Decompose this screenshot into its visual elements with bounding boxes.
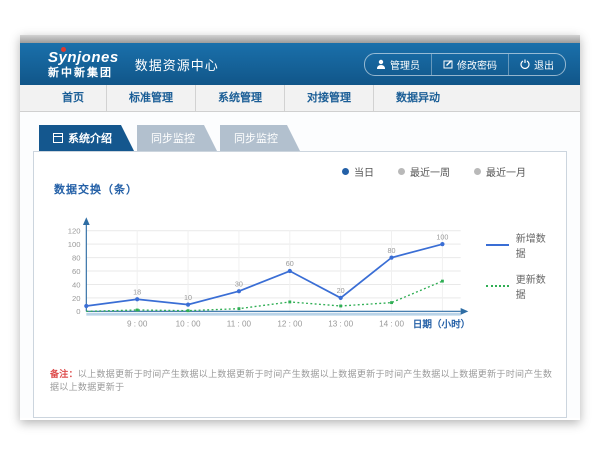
logout-label: 退出 — [534, 57, 554, 72]
svg-text:30: 30 — [235, 279, 243, 288]
nav-item-home[interactable]: 首页 — [40, 85, 106, 111]
filter-today[interactable]: 当日 — [342, 164, 374, 179]
logo-text-cn: 新中新集团 — [48, 68, 119, 79]
dotted-line-icon — [486, 285, 509, 287]
svg-text:20: 20 — [72, 294, 81, 303]
change-password-label: 修改密码 — [457, 57, 497, 72]
svg-text:10 : 00: 10 : 00 — [176, 320, 201, 329]
svg-text:14 : 00: 14 : 00 — [379, 320, 404, 329]
app-header: Synjones 新中新集团 数据资源中心 管理员 修改密码 退出 — [20, 43, 580, 85]
admin-user-label: 管理员 — [390, 57, 420, 72]
admin-user-button[interactable]: 管理员 — [365, 54, 431, 75]
filter-last-month-label: 最近一月 — [486, 164, 526, 179]
nav-item-interface-mgmt[interactable]: 对接管理 — [284, 85, 373, 111]
change-password-button[interactable]: 修改密码 — [431, 54, 508, 75]
svg-text:0: 0 — [76, 307, 80, 316]
svg-text:18: 18 — [133, 287, 141, 296]
logo-text-en: Synjones — [48, 50, 119, 65]
footnote: 备注：以上数据更新于时间产生数据以上数据更新于时间产生数据以上数据更新于时间产生… — [50, 367, 554, 393]
filter-last-week-label: 最近一周 — [410, 164, 450, 179]
user-menu: 管理员 修改密码 退出 — [364, 53, 566, 76]
svg-text:11 : 00: 11 : 00 — [227, 320, 252, 329]
grid-icon — [53, 133, 63, 143]
svg-text:9 : 00: 9 : 00 — [127, 320, 148, 329]
filter-last-week[interactable]: 最近一周 — [398, 164, 450, 179]
svg-text:120: 120 — [68, 227, 81, 236]
svg-text:80: 80 — [72, 253, 81, 262]
chart-panel: 当日 最近一周 最近一月 数据交换（条） 0 20 40 60 80 100 120 9 : … — [33, 151, 567, 418]
tab-system-intro-label: 系统介绍 — [68, 130, 112, 146]
radio-dot-icon — [342, 168, 349, 175]
nav-item-system-mgmt[interactable]: 系统管理 — [195, 85, 284, 111]
footnote-prefix: 备注： — [50, 369, 78, 379]
app-window: Synjones 新中新集团 数据资源中心 管理员 修改密码 退出 — [20, 35, 580, 420]
main-nav: 首页 标准管理 系统管理 对接管理 数据异动 — [20, 85, 580, 112]
filter-last-month[interactable]: 最近一月 — [474, 164, 526, 179]
nav-item-data-change[interactable]: 数据异动 — [373, 85, 462, 111]
company-logo: Synjones 新中新集团 — [48, 50, 119, 79]
chart-row: 0 20 40 60 80 100 120 9 : 00 10 : 00 11 : 00 12 : … — [46, 197, 554, 347]
logout-button[interactable]: 退出 — [508, 54, 565, 75]
radio-dot-icon — [398, 168, 405, 175]
user-icon — [376, 59, 386, 69]
svg-text:20: 20 — [337, 286, 345, 295]
tab-system-intro[interactable]: 系统介绍 — [39, 125, 134, 151]
edit-icon — [443, 59, 453, 69]
svg-text:80: 80 — [388, 246, 396, 255]
tab-sync-monitor-2-label: 同步监控 — [234, 130, 278, 146]
tab-sync-monitor-1[interactable]: 同步监控 — [137, 125, 217, 151]
nav-item-standard-mgmt[interactable]: 标准管理 — [106, 85, 195, 111]
svg-text:日期（小时）: 日期（小时） — [413, 319, 470, 331]
y-axis-title: 数据交换（条） — [54, 181, 554, 197]
tab-sync-monitor-1-label: 同步监控 — [151, 130, 195, 146]
legend-updated-data-label: 更新数据 — [516, 271, 554, 301]
svg-text:60: 60 — [286, 259, 294, 268]
footnote-text: 以上数据更新于时间产生数据以上数据更新于时间产生数据以上数据更新于时间产生数据以… — [50, 369, 552, 392]
solid-line-icon — [486, 244, 509, 246]
svg-text:10: 10 — [184, 293, 192, 302]
svg-text:100: 100 — [436, 232, 448, 241]
legend-new-data-label: 新增数据 — [516, 230, 554, 260]
filter-today-label: 当日 — [354, 164, 374, 179]
svg-text:40: 40 — [72, 280, 81, 289]
legend-item-updated-data[interactable]: 更新数据 — [486, 271, 554, 301]
content-area: 系统介绍 同步监控 同步监控 当日 最近一周 — [20, 112, 580, 418]
line-chart: 0 20 40 60 80 100 120 9 : 00 10 : 00 11 : 00 12 : … — [46, 197, 480, 347]
power-icon — [520, 59, 530, 69]
page-title: 数据资源中心 — [135, 55, 219, 74]
tab-bar: 系统介绍 同步监控 同步监控 — [39, 125, 567, 151]
svg-text:13 : 00: 13 : 00 — [328, 320, 353, 329]
chart-legend: 新增数据 更新数据 — [486, 230, 554, 301]
logo-red-dot-icon — [61, 47, 66, 52]
legend-item-new-data[interactable]: 新增数据 — [486, 230, 554, 260]
svg-text:100: 100 — [68, 240, 81, 249]
tab-sync-monitor-2[interactable]: 同步监控 — [220, 125, 300, 151]
svg-text:12 : 00: 12 : 00 — [277, 320, 302, 329]
time-range-filters: 当日 最近一周 最近一月 — [46, 158, 554, 179]
window-top-strip — [20, 35, 580, 43]
radio-dot-icon — [474, 168, 481, 175]
svg-text:60: 60 — [72, 267, 81, 276]
